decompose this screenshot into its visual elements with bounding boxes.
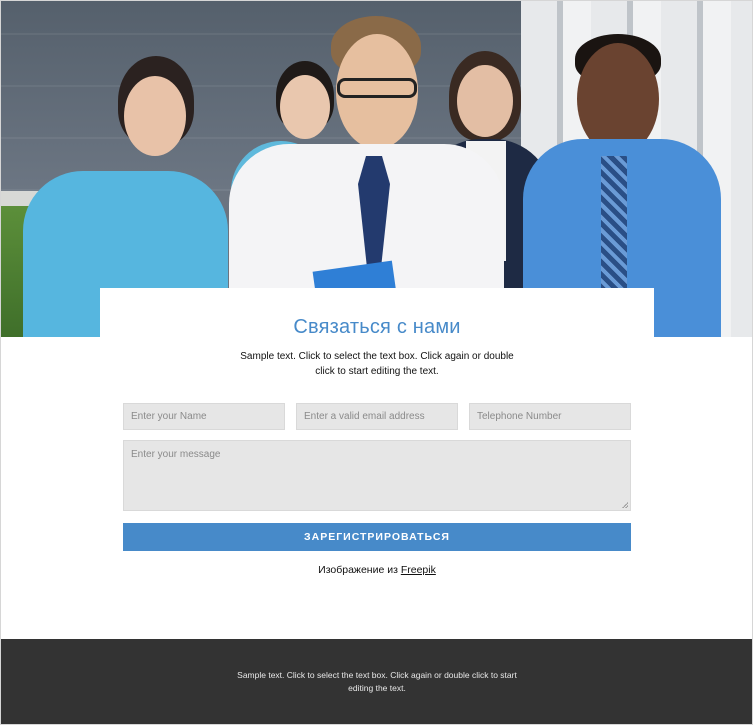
resize-handle-icon[interactable]: [622, 502, 628, 508]
freepik-link[interactable]: Freepik: [401, 564, 436, 576]
email-input[interactable]: Enter a valid email address: [296, 403, 458, 430]
message-textarea[interactable]: Enter your message: [123, 440, 631, 511]
message-placeholder: Enter your message: [131, 449, 221, 460]
footer-text: Sample text. Click to select the text bo…: [237, 670, 517, 693]
contact-subtitle: Sample text. Click to select the text bo…: [240, 351, 514, 377]
credit-prefix: Изображение из: [318, 564, 398, 576]
contact-card: Связаться с нами Sample text. Click to s…: [100, 288, 654, 593]
contact-title: Связаться с нами: [293, 316, 461, 338]
hero-image-doctors: [1, 1, 752, 337]
image-credit: Изображение из Freepik: [100, 564, 654, 576]
page: Связаться с нами Sample text. Click to s…: [0, 0, 753, 725]
footer: Sample text. Click to select the text bo…: [1, 639, 752, 724]
phone-input[interactable]: Telephone Number: [469, 403, 631, 430]
submit-button[interactable]: ЗАРЕГИСТРИРОВАТЬСЯ: [123, 523, 631, 551]
name-input[interactable]: Enter your Name: [123, 403, 285, 430]
